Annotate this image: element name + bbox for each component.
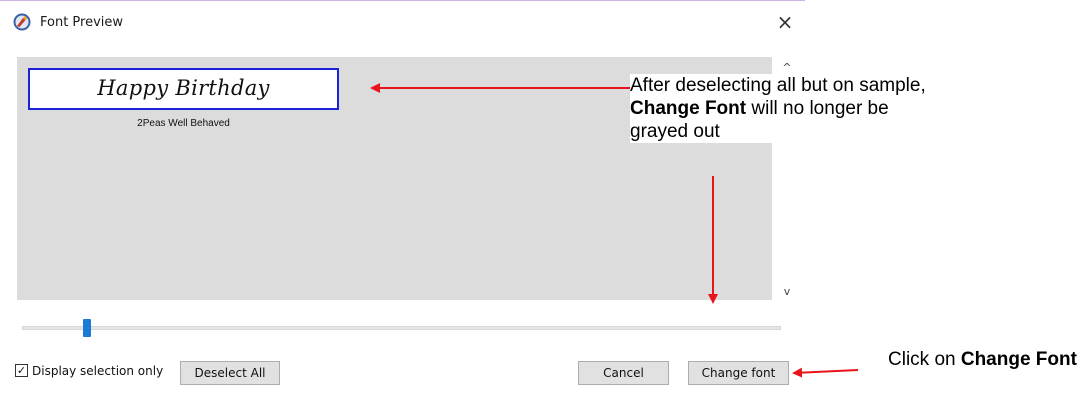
display-selection-only-checkbox[interactable]: ✓: [15, 364, 28, 377]
sample-text: Happy Birthday: [97, 76, 270, 100]
font-preview-dialog: Font Preview × Happy Birthday 2Peas Well…: [0, 0, 805, 394]
annotation-bottom-note: Click on Change Font: [888, 348, 1078, 371]
title-bar: Font Preview ×: [0, 1, 805, 41]
annotation-bottom-bold: Change Font: [960, 349, 1077, 370]
size-slider-thumb[interactable]: [83, 319, 91, 337]
annotation-top-bold: Change Font: [630, 98, 747, 119]
annotation-bottom-text-1: Click on: [888, 349, 961, 370]
scroll-down-arrow-icon[interactable]: v: [777, 284, 797, 300]
close-button[interactable]: ×: [770, 9, 800, 35]
change-font-button[interactable]: Change font: [688, 361, 789, 385]
window-title: Font Preview: [40, 15, 124, 30]
annotation-top-text-1: After deselecting all but on sample,: [630, 75, 926, 96]
annotation-top-note: After deselecting all but on sample, Cha…: [630, 74, 948, 143]
display-selection-only-label[interactable]: Display selection only: [32, 364, 163, 378]
font-sample-selected[interactable]: Happy Birthday: [28, 68, 339, 110]
font-name-label: 2Peas Well Behaved: [137, 118, 230, 129]
cancel-button[interactable]: Cancel: [578, 361, 669, 385]
deselect-all-button[interactable]: Deselect All: [180, 361, 280, 385]
size-slider-track[interactable]: [22, 326, 781, 330]
font-preview-icon: [13, 13, 31, 31]
